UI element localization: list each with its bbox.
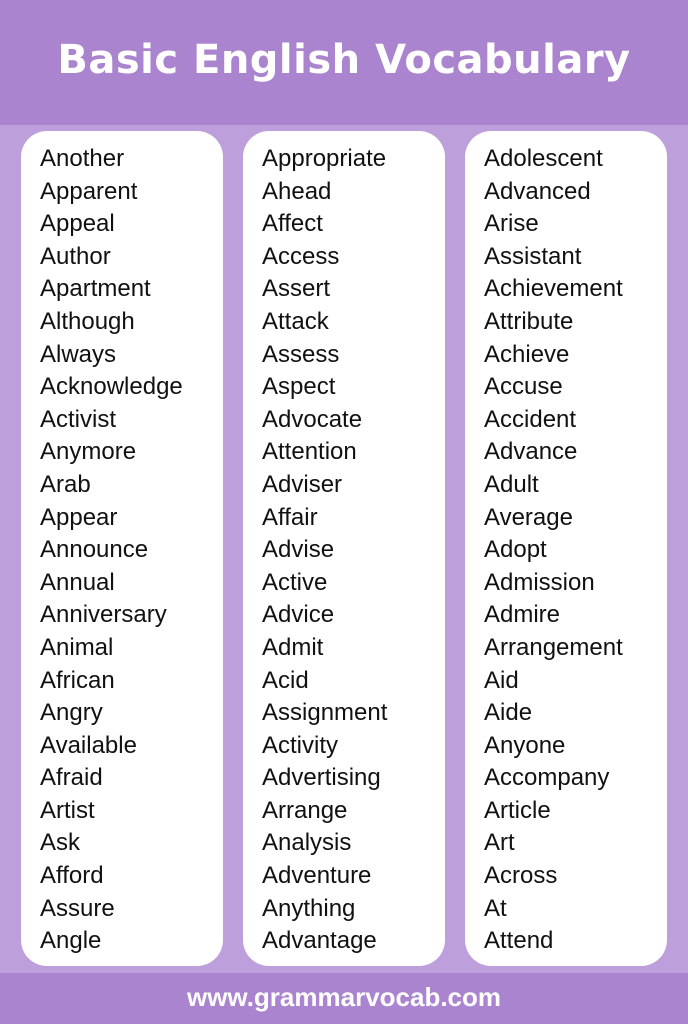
vocab-word: Advise [262,536,335,564]
vocab-word: Another [40,145,125,172]
vocab-word: Ask [40,829,81,857]
vocab-word: Angle [40,927,102,955]
word-list: Adolescent Advanced Arise Assistant Achievem… [465,143,667,958]
vocab-word: Attend [484,927,554,955]
vocab-word: Achievement [484,275,623,303]
vocab-word: Announce [40,536,149,564]
vocab-word: Accompany [484,764,610,792]
vocab-word: Appear [40,503,118,531]
vocab-word: Advanced [484,177,591,205]
header-banner: Basic English Vocabulary [0,0,688,125]
vocab-word: Active [262,568,328,596]
vocab-word: Aide [484,699,533,727]
vocab-word: At [484,894,507,922]
vocab-word: Arrangement [484,633,623,661]
page-title: Basic English Vocabulary [57,36,631,83]
word-column-1: Another Apparent Appeal Author Apartment Alth… [21,131,223,966]
vocab-word: Author [40,242,111,270]
vocab-word: Angry [40,699,103,727]
vocab-word: Assure [40,894,115,922]
vocab-word: African [40,666,115,694]
vocab-word: Adviser [262,470,343,498]
vocab-word: Attention [262,438,357,466]
vocab-word: Apartment [40,275,151,303]
vocab-word: Acid [262,666,309,694]
vocab-word: Accuse [484,373,563,401]
vocab-word: Article [484,796,551,824]
vocab-word: Activity [262,731,339,759]
vocab-word: Appropriate [262,145,387,172]
vocab-word: Analysis [262,829,352,857]
vocab-word: Adopt [484,536,547,564]
vocab-word: Affair [262,503,318,531]
vocab-word: Advantage [262,927,377,955]
vocab-word: Assert [262,275,331,303]
vocab-word: Aspect [262,373,336,401]
vocab-word: Average [484,503,573,531]
vocab-word: Animal [40,633,114,661]
vocab-word: Anyone [484,731,566,759]
vocab-word: Assistant [484,242,582,270]
vocab-word: Advocate [262,405,363,433]
vocab-word: Arrange [262,796,348,824]
vocab-word: Arise [484,210,539,238]
vocab-word: Assess [262,340,340,368]
vocab-word: Aid [484,666,519,694]
vocab-word: Adventure [262,862,372,890]
word-list: Appropriate Ahead Affect Access Assert Attack… [243,143,445,958]
vocab-word: Acknowledge [40,373,183,401]
vocab-word: Assignment [262,699,388,727]
vocab-word: Access [262,242,340,270]
vocab-word: Attribute [484,307,574,335]
vocab-word: Appeal [40,210,115,238]
vocab-word: Available [40,731,137,759]
vocab-word: Afford [40,862,104,890]
vocab-word: Afraid [40,764,103,792]
vocab-word: Always [40,340,117,368]
vocab-word: Advice [262,601,335,629]
vocab-word: Attack [262,307,329,335]
vocab-word: Anything [262,894,356,922]
vocab-word: Arab [40,470,91,498]
vocab-word: Admission [484,568,595,596]
word-column-2: Appropriate Ahead Affect Access Assert Attack… [243,131,445,966]
vocab-word: Art [484,829,515,857]
vocab-word: Ahead [262,177,332,205]
word-list: Another Apparent Appeal Author Apartment Alth… [21,143,223,958]
vocab-word: Across [484,862,558,890]
vocab-word: Adolescent [484,145,603,172]
vocab-word: Achieve [484,340,570,368]
vocab-word: Although [40,307,135,335]
vocab-word: Admit [262,633,324,661]
footer-banner: www.grammarvocab.com [0,973,688,1024]
vocab-word: Advertising [262,764,381,792]
website-url: www.grammarvocab.com [186,982,502,1012]
vocab-word: Advance [484,438,578,466]
vocab-word: Affect [262,210,323,238]
vocab-word: Artist [40,796,95,824]
vocab-word: Adult [484,470,539,498]
vocab-word: Anymore [40,438,137,466]
vocab-word: Accident [484,405,577,433]
vocab-word: Admire [484,601,561,629]
vocab-word: Activist [40,405,117,433]
vocab-word: Anniversary [40,601,167,629]
vocab-word: Apparent [40,177,138,205]
word-column-3: Adolescent Advanced Arise Assistant Achievem… [465,131,667,966]
vocab-word: Annual [40,568,115,596]
